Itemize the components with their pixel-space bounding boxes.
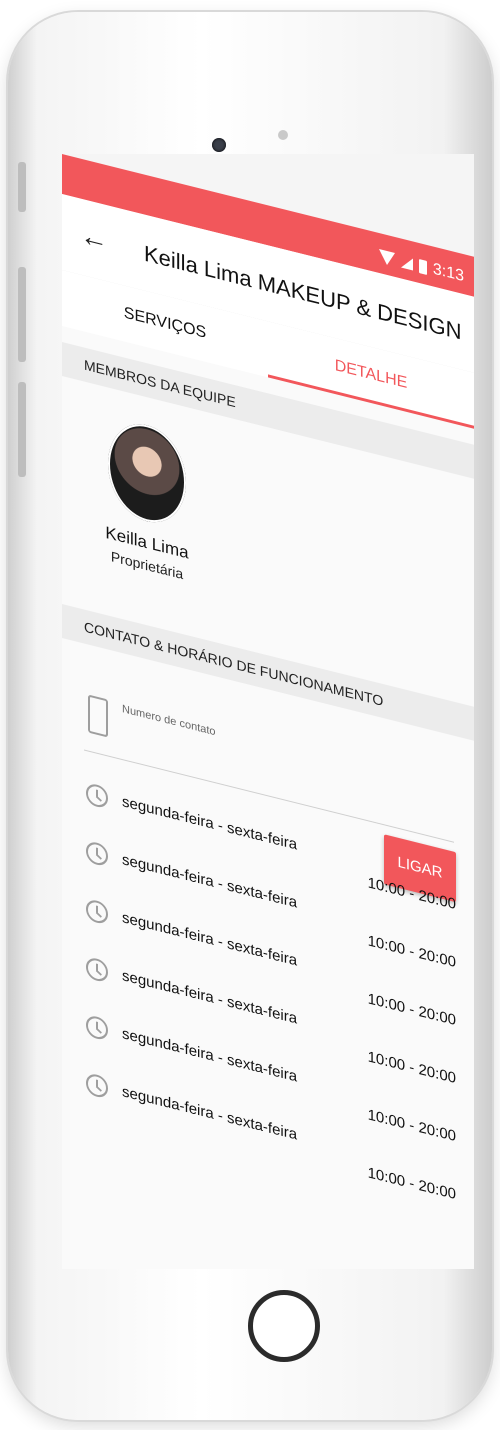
clock-icon bbox=[86, 781, 108, 810]
avatar bbox=[108, 415, 186, 531]
front-camera bbox=[212, 138, 226, 152]
app-screen: 3:13 ← Keilla Lima MAKEUP & DESIGN SERVI… bbox=[62, 154, 474, 1269]
opening-hours: 10:00 - 20:00 bbox=[367, 1164, 456, 1204]
home-button[interactable] bbox=[248, 1290, 320, 1362]
contact-number-label: Numero de contato bbox=[122, 702, 216, 739]
clock-icon bbox=[86, 1013, 108, 1042]
opening-hours: 10:00 - 20:00 bbox=[367, 874, 456, 914]
smartphone-icon bbox=[88, 694, 108, 738]
volume-up-button bbox=[18, 267, 26, 362]
mute-switch bbox=[18, 162, 26, 212]
proximity-sensor bbox=[278, 130, 288, 140]
clock-icon bbox=[86, 1071, 108, 1100]
status-time: 3:13 bbox=[432, 260, 464, 286]
opening-hours: 10:00 - 20:00 bbox=[367, 990, 456, 1030]
day-range: segunda-feira - sexta-feira bbox=[122, 792, 298, 854]
opening-hours: 10:00 - 20:00 bbox=[367, 1106, 456, 1146]
opening-hours: 10:00 - 20:00 bbox=[367, 932, 456, 972]
clock-icon bbox=[86, 897, 108, 926]
battery-icon bbox=[418, 258, 427, 275]
clock-icon bbox=[86, 955, 108, 984]
volume-down-button bbox=[18, 382, 26, 477]
opening-hours: 10:00 - 20:00 bbox=[367, 1048, 456, 1088]
team-member-card[interactable]: Keilla Lima Proprietária bbox=[102, 414, 192, 584]
back-arrow-icon[interactable]: ← bbox=[80, 218, 108, 256]
wifi-icon bbox=[378, 249, 395, 267]
signal-icon bbox=[400, 255, 413, 271]
phone-screen: 3:13 ← Keilla Lima MAKEUP & DESIGN SERVI… bbox=[62, 154, 474, 1269]
clock-icon bbox=[86, 839, 108, 868]
